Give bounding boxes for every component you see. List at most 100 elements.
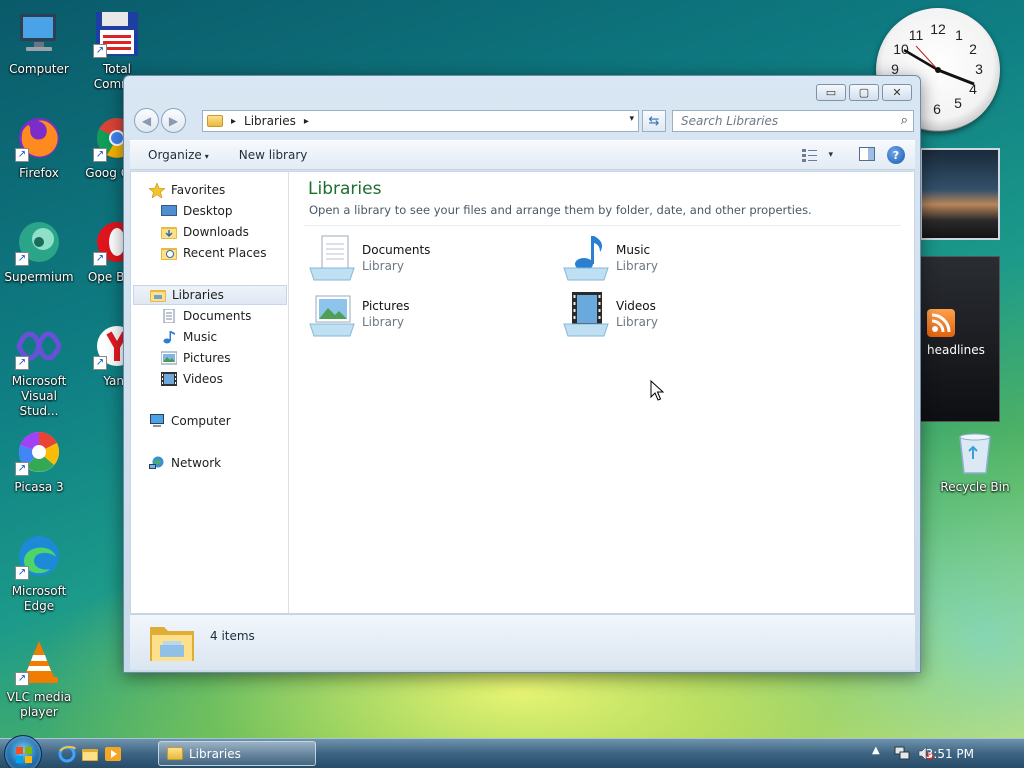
shortcut-arrow-icon: ↗ (93, 44, 107, 58)
navigation-row: ◀ ▶ ▸ Libraries ▸ ▾ ⇆ Search Libraries ⌕ (132, 106, 914, 134)
show-hidden-icons-button[interactable]: ▲ (872, 745, 880, 756)
forward-button[interactable]: ▶ (161, 108, 186, 133)
nav-downloads[interactable]: Downloads (161, 222, 249, 242)
desktop-icon-microsoft-edge[interactable]: ↗ Microsoft Edge (0, 532, 78, 614)
libraries-icon (150, 288, 166, 302)
clock-number: 11 (909, 27, 924, 43)
address-dropdown-button[interactable]: ▾ (629, 114, 634, 124)
search-placeholder: Search Libraries (681, 114, 779, 128)
breadcrumb-libraries[interactable]: Libraries (244, 114, 296, 128)
search-icon[interactable]: ⌕ (901, 113, 908, 128)
library-pictures[interactable]: Pictures Library (308, 288, 548, 340)
desktop-icon-label: Computer (9, 62, 69, 76)
slideshow-gadget[interactable] (920, 148, 1000, 240)
picasa-icon: ↗ (15, 428, 63, 476)
divider (304, 225, 901, 226)
close-button[interactable]: ✕ (882, 84, 912, 101)
minimize-button[interactable]: ▭ (816, 84, 846, 101)
nav-label: Libraries (172, 288, 224, 302)
desktop-icon-firefox[interactable]: ↗ Firefox (0, 114, 78, 181)
folder-icon (82, 749, 98, 761)
shortcut-arrow-icon: ↗ (93, 148, 107, 162)
nav-label: Downloads (183, 225, 249, 239)
library-videos[interactable]: Videos Library (562, 288, 802, 340)
breadcrumb-separator[interactable]: ▸ (304, 116, 309, 127)
search-input[interactable]: Search Libraries ⌕ (672, 110, 914, 132)
start-button[interactable] (4, 735, 42, 768)
desktop-icon-label: Picasa 3 (14, 480, 64, 494)
desktop-icon-label: VLC media player (6, 690, 72, 719)
visual-studio-icon: ↗ (15, 322, 63, 370)
view-icon (802, 149, 818, 162)
chevron-down-icon: ▾ (204, 152, 209, 161)
taskbar: Libraries ▲ 3:51 PM (0, 735, 1024, 768)
nav-libraries[interactable]: Libraries (133, 285, 287, 305)
back-button[interactable]: ◀ (134, 108, 159, 133)
nav-recent-places[interactable]: Recent Places (161, 243, 266, 263)
details-pane: 4 items (130, 614, 915, 670)
desktop-icon-recycle-bin[interactable]: Recycle Bin (936, 428, 1014, 495)
refresh-button[interactable]: ⇆ (642, 110, 666, 132)
desktop-icon-computer[interactable]: Computer (0, 10, 78, 77)
network-icon (149, 456, 165, 470)
downloads-folder-icon (161, 225, 177, 239)
nav-label: Desktop (183, 204, 233, 218)
preview-pane-icon (859, 146, 875, 161)
new-library-button[interactable]: New library (225, 148, 324, 162)
shortcut-arrow-icon: ↗ (15, 356, 29, 370)
library-music[interactable]: Music Library (562, 232, 802, 284)
nav-label: Favorites (171, 183, 226, 197)
nav-videos[interactable]: Videos (161, 369, 223, 389)
preview-pane-button[interactable] (859, 146, 875, 164)
help-button[interactable]: ? (887, 146, 905, 164)
desktop-icon-picasa[interactable]: ↗ Picasa 3 (0, 428, 78, 495)
breadcrumb-separator[interactable]: ▸ (231, 116, 236, 127)
desktop-icon-supermium[interactable]: ↗ Supermium (0, 218, 78, 285)
library-name: Documents (362, 243, 431, 257)
library-text: Videos Library (616, 298, 658, 330)
shortcut-arrow-icon: ↗ (93, 356, 107, 370)
system-tray: ▲ 3:51 PM (864, 739, 1024, 768)
shortcut-arrow-icon: ↗ (93, 252, 107, 266)
windows-logo-icon (16, 747, 32, 763)
organize-button[interactable]: Organize ▾ (130, 148, 225, 162)
explorer-window[interactable]: ▭ ▢ ✕ ◀ ▶ ▸ Libraries ▸ ▾ ⇆ Search Libra… (123, 75, 921, 673)
desktop-icon-vlc[interactable]: ↗ VLC media player (0, 638, 78, 720)
quicklaunch-explorer[interactable] (81, 745, 99, 763)
nav-computer[interactable]: Computer (149, 411, 231, 431)
nav-network[interactable]: Network (149, 453, 221, 473)
address-bar[interactable]: ▸ Libraries ▸ ▾ (202, 110, 639, 132)
taskbar-button-libraries[interactable]: Libraries (158, 741, 316, 766)
nav-music[interactable]: Music (161, 327, 217, 347)
documents-icon (161, 308, 177, 324)
libraries-folder-icon (167, 747, 183, 760)
feed-headlines-gadget[interactable]: headlines (920, 256, 1000, 422)
nav-favorites[interactable]: Favorites (148, 180, 226, 200)
library-name: Pictures (362, 299, 410, 313)
nav-label: Recent Places (183, 246, 267, 260)
desktop-icon-visual-studio[interactable]: ↗ Microsoft Visual Stud... (0, 322, 78, 419)
quicklaunch-ie[interactable] (58, 745, 76, 763)
nav-documents[interactable]: Documents (161, 306, 251, 326)
supermium-icon: ↗ (15, 218, 63, 266)
rss-icon (927, 309, 955, 337)
maximize-button[interactable]: ▢ (849, 84, 879, 101)
nav-desktop[interactable]: Desktop (161, 201, 233, 221)
change-view-button[interactable]: ▾ (802, 148, 833, 162)
libraries-folder-icon (207, 115, 223, 127)
feed-headlines-label: headlines (927, 343, 985, 357)
clock-number: 5 (954, 95, 962, 111)
network-tray-icon[interactable] (894, 746, 910, 761)
recent-places-icon (161, 246, 177, 260)
clock-number: 3 (975, 61, 983, 77)
clock-time[interactable]: 3:51 PM (926, 747, 974, 761)
nav-pictures[interactable]: Pictures (160, 348, 231, 368)
nav-label: Pictures (183, 351, 231, 365)
videos-library-icon (562, 290, 612, 338)
computer-icon (15, 10, 63, 58)
quicklaunch-media-player[interactable] (104, 745, 122, 763)
library-documents[interactable]: Documents Library (308, 232, 548, 284)
shortcut-arrow-icon: ↗ (15, 566, 29, 580)
refresh-icon: ⇆ (648, 113, 660, 129)
music-note-icon (161, 330, 177, 344)
